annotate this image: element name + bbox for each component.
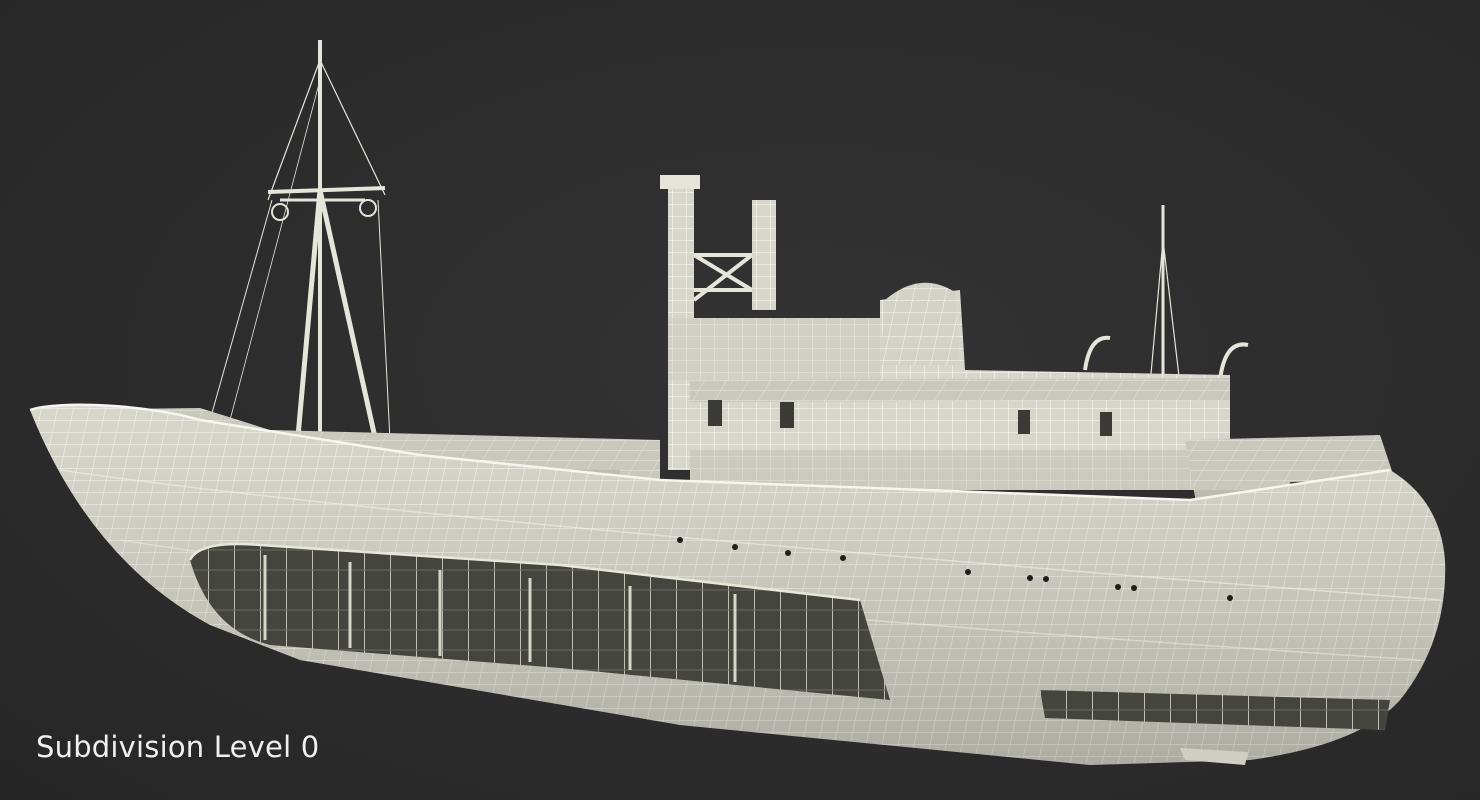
render-viewport: Subdivision Level 0 xyxy=(0,0,1480,800)
ship-wireframe-model xyxy=(29,40,1446,765)
subdivision-level-caption: Subdivision Level 0 xyxy=(36,730,320,764)
fore-mast xyxy=(209,40,391,471)
aft-mast xyxy=(1083,205,1249,390)
funnel xyxy=(660,175,776,320)
